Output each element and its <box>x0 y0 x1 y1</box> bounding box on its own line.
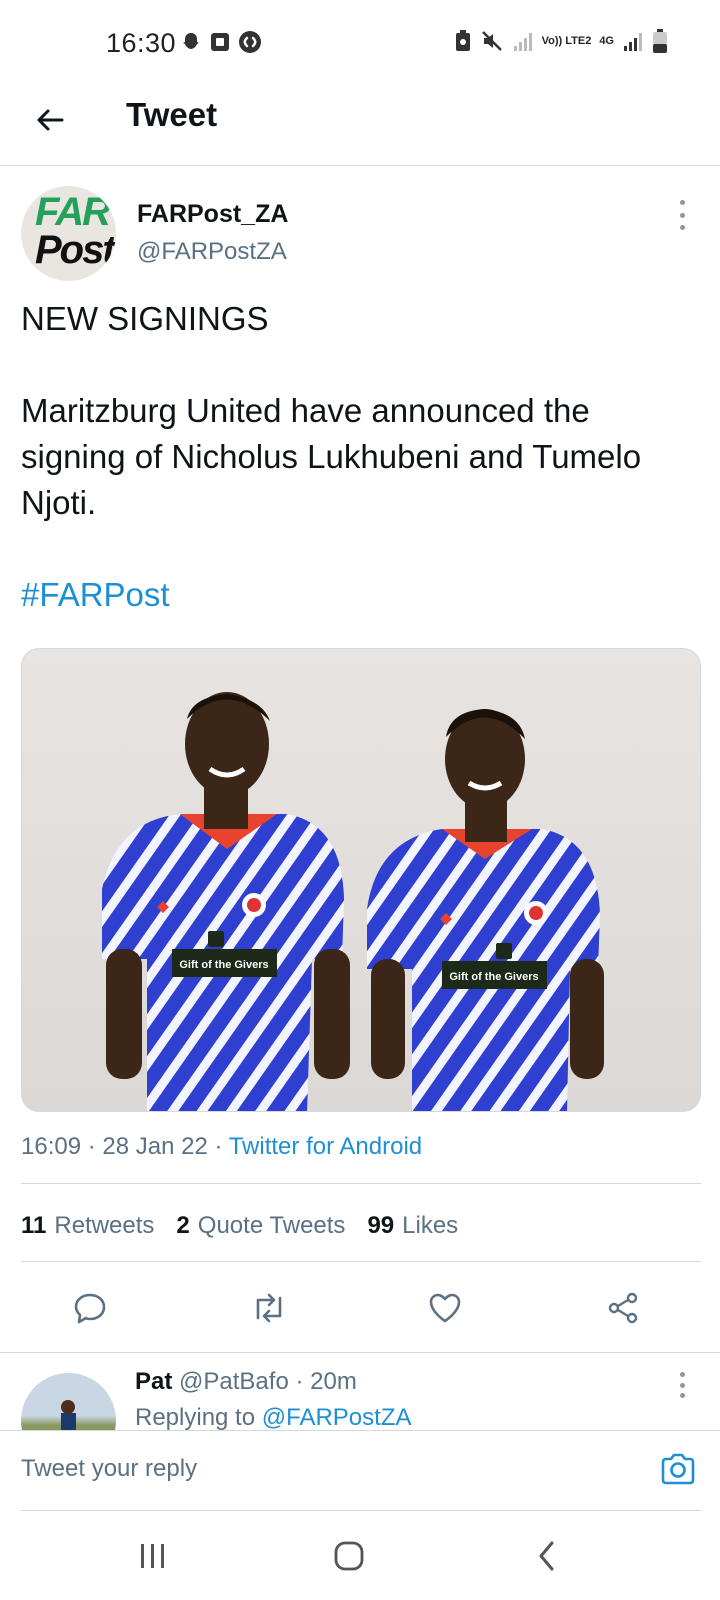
reply-button[interactable] <box>68 1286 112 1330</box>
retweet-button[interactable] <box>247 1286 291 1330</box>
author-display-name[interactable]: FARPost_ZA <box>137 200 288 229</box>
reply-input[interactable] <box>21 1455 581 1483</box>
section-divider <box>0 1352 720 1353</box>
sponsor-label-right: Gift of the Givers <box>449 971 538 983</box>
reply-author: Pat @PatBafo · 20m <box>135 1368 357 1395</box>
more-dot-icon <box>679 200 685 205</box>
tweet-actions <box>0 1268 720 1352</box>
tweet-text: NEW SIGNINGS Maritzburg United have anno… <box>21 296 701 664</box>
reply-display-name[interactable]: Pat <box>135 1368 172 1395</box>
recent-apps-button[interactable] <box>131 1534 175 1578</box>
reply-composer <box>0 1430 720 1512</box>
signal-icon <box>624 33 642 51</box>
replying-to-line: Replying to @FARPostZA <box>135 1404 411 1432</box>
player-left: Gift of the Givers <box>102 692 350 1111</box>
replying-to-label: Replying to <box>135 1404 256 1431</box>
sponsor-label-left: Gift of the Givers <box>179 959 268 971</box>
composer-divider <box>21 1510 701 1511</box>
quote-tweets-label: Quote Tweets <box>197 1212 346 1239</box>
player-right: Gift of the Givers <box>367 709 604 1111</box>
share-button[interactable] <box>601 1286 645 1330</box>
volte-label: Vo)) LTE2 <box>541 35 592 47</box>
app-header: Tweet <box>0 88 720 166</box>
tweet-text-body: Maritzburg United have announced the sig… <box>21 392 642 521</box>
back-button[interactable] <box>30 100 70 140</box>
heart-icon <box>429 1293 461 1323</box>
camera-icon <box>661 1453 695 1485</box>
shazam-icon <box>239 31 261 53</box>
battery-saver-icon <box>455 30 470 51</box>
retweet-icon <box>256 1293 282 1323</box>
share-icon <box>608 1292 638 1324</box>
retweets-stat[interactable]: 11 Retweets <box>21 1212 154 1240</box>
battery-icon <box>653 29 667 53</box>
notification-icons <box>180 30 262 54</box>
system-icons: Vo)) LTE2 4G <box>454 28 668 54</box>
tweet-time: 16:09 <box>21 1133 82 1160</box>
like-button[interactable] <box>423 1286 467 1330</box>
reply-more-options-button[interactable] <box>676 1372 688 1398</box>
quote-tweets-count: 2 <box>176 1212 190 1239</box>
author-handle[interactable]: @FARPostZA <box>137 238 287 266</box>
tweet-source-link[interactable]: Twitter for Android <box>229 1133 422 1160</box>
system-nav-bar <box>0 1512 720 1600</box>
more-dot-icon <box>679 1372 685 1377</box>
4g-label: 4G <box>599 35 614 47</box>
signal-weak-icon <box>513 33 532 51</box>
tweet-text-headline: NEW SIGNINGS <box>21 300 269 337</box>
quote-tweets-stat[interactable]: 2 Quote Tweets <box>176 1212 345 1240</box>
more-dot-icon <box>679 1393 685 1398</box>
hashtag-link[interactable]: #FARPost <box>21 576 170 613</box>
reply-handle[interactable]: @PatBafo <box>179 1368 289 1395</box>
camera-button[interactable] <box>658 1449 698 1489</box>
mute-icon <box>481 31 502 51</box>
tweet-stats: 11 Retweets 2 Quote Tweets 99 Likes <box>21 1212 458 1240</box>
more-dot-icon <box>679 225 685 230</box>
retweets-count: 11 <box>21 1212 47 1239</box>
replying-to-link[interactable]: @FARPostZA <box>262 1404 412 1431</box>
home-button[interactable] <box>327 1534 371 1578</box>
page-title: Tweet <box>126 96 218 133</box>
likes-stat[interactable]: 99 Likes <box>367 1212 458 1240</box>
recent-apps-icon <box>141 1544 164 1568</box>
home-icon <box>334 1541 364 1571</box>
tweet-date: 28 Jan 22 <box>102 1133 208 1160</box>
divider <box>21 1183 701 1184</box>
retweets-label: Retweets <box>54 1212 155 1239</box>
arrow-left-icon <box>37 109 64 131</box>
players-photo: Gift of the Givers Gift of the Givers <box>102 692 604 1111</box>
chevron-left-icon <box>539 1541 554 1571</box>
author-avatar[interactable]: FAR Post <box>21 186 116 281</box>
reply-icon <box>74 1293 106 1324</box>
reply-time: 20m <box>310 1368 357 1395</box>
likes-count: 99 <box>367 1212 395 1239</box>
more-dot-icon <box>679 1382 685 1388</box>
status-bar: 16:30 Vo)) LTE2 4G <box>0 0 720 88</box>
more-dot-icon <box>679 212 685 218</box>
tweet-media-image[interactable]: Gift of the Givers Gift of the Givers <box>21 648 701 1112</box>
tweet-more-options-button[interactable] <box>676 200 688 230</box>
tweet-timestamp: 16:09 · 28 Jan 22 · Twitter for Android <box>21 1133 423 1160</box>
divider <box>21 1261 701 1262</box>
likes-label: Likes <box>402 1212 459 1239</box>
avatar-logo-bottom: Post <box>35 228 116 272</box>
nav-back-button[interactable] <box>525 1534 569 1578</box>
status-time: 16:30 <box>106 28 177 58</box>
square-notification-icon <box>211 33 229 51</box>
snapchat-icon <box>183 33 199 49</box>
